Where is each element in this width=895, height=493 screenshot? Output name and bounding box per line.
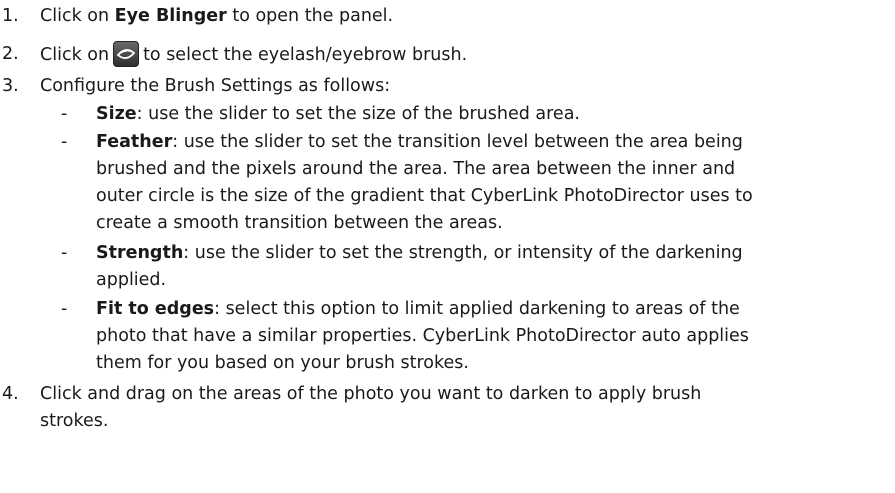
step-text-pre: Click on bbox=[40, 45, 110, 65]
step-text: Click and drag on the areas of the photo… bbox=[40, 381, 892, 435]
setting-text: Size: use the slider to set the size of … bbox=[96, 101, 895, 128]
step-number: 2. bbox=[2, 44, 19, 64]
setting-desc-line: create a smooth transition between the a… bbox=[96, 213, 503, 233]
bullet-dash: - bbox=[61, 243, 68, 263]
instructions-document: 1. Click on Eye Blinger to open the pane… bbox=[0, 0, 895, 493]
setting-text: Feather: use the slider to set the trans… bbox=[96, 129, 895, 237]
setting-label: Feather bbox=[96, 132, 173, 152]
step-text: Click on Eye Blinger to open the panel. bbox=[40, 3, 892, 30]
step-text: Click on to select the eyelash/eyebrow br… bbox=[40, 41, 892, 69]
setting-desc-line: : use the slider to set the strength, or… bbox=[183, 243, 743, 263]
setting-desc-line: applied. bbox=[96, 270, 167, 290]
setting-desc-line: : select this option to limit applied da… bbox=[214, 299, 740, 319]
step-text-line: strokes. bbox=[40, 411, 109, 431]
step-text-post: to open the panel. bbox=[226, 6, 394, 26]
step-number: 1. bbox=[2, 6, 19, 26]
step-number: 4. bbox=[2, 384, 19, 404]
setting-desc-line: outer circle is the size of the gradient… bbox=[96, 186, 753, 206]
setting-desc-line: : use the slider to set the size of the … bbox=[136, 104, 580, 124]
bullet-dash: - bbox=[61, 104, 68, 124]
bullet-dash: - bbox=[61, 132, 68, 152]
setting-desc-line: them for you based on your brush strokes… bbox=[96, 353, 469, 373]
setting-desc-line: : use the slider to set the transition l… bbox=[172, 132, 743, 152]
step-text: Configure the Brush Settings as follows: bbox=[40, 76, 391, 96]
eyelash-brush-icon bbox=[113, 41, 140, 67]
setting-text: Strength: use the slider to set the stre… bbox=[96, 240, 895, 294]
setting-desc-line: photo that have a similar properties. Cy… bbox=[96, 326, 749, 346]
setting-label: Size bbox=[96, 104, 137, 124]
setting-label: Fit to edges bbox=[96, 299, 215, 319]
bullet-dash: - bbox=[61, 299, 68, 319]
step-text-post: to select the eyelash/eyebrow brush. bbox=[143, 45, 468, 65]
setting-text: Fit to edges: select this option to limi… bbox=[96, 296, 895, 377]
step-text-line: Click and drag on the areas of the photo… bbox=[40, 384, 702, 404]
step-number: 3. bbox=[2, 76, 19, 96]
setting-desc-line: brushed and the pixels around the area. … bbox=[96, 159, 736, 179]
setting-label: Strength bbox=[96, 243, 184, 263]
eye-blinger-label: Eye Blinger bbox=[114, 6, 227, 26]
step-text-pre: Click on bbox=[40, 6, 115, 26]
